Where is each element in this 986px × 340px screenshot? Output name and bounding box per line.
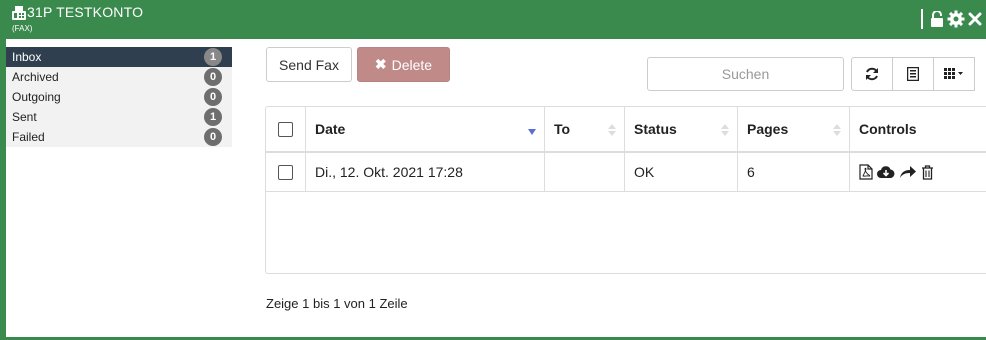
toggle-view-button[interactable] xyxy=(892,57,934,91)
window-title: 31P TESTKONTO xyxy=(27,4,144,20)
delete-button[interactable]: ✖ Delete xyxy=(357,47,450,82)
sidebar-item-outgoing[interactable]: Outgoing 0 xyxy=(6,87,232,107)
sidebar-item-failed[interactable]: Failed 0 xyxy=(6,127,232,147)
column-header-label: Pages xyxy=(747,121,789,137)
column-header-label: Controls xyxy=(859,121,917,137)
folder-sidebar: Inbox 1 Archived 0 Outgoing 0 Sent 1 Fai… xyxy=(6,47,232,147)
sort-desc-icon xyxy=(528,129,536,135)
send-fax-button[interactable]: Send Fax xyxy=(266,47,352,82)
column-header-status[interactable]: Status xyxy=(624,107,737,151)
sidebar-item-label: Outgoing xyxy=(12,90,61,104)
row-controls xyxy=(859,164,934,180)
sidebar-item-label: Sent xyxy=(12,110,37,124)
title-bar: 31P TESTKONTO (FAX) xyxy=(0,0,986,39)
count-badge: 0 xyxy=(204,68,222,86)
cloud-download-icon[interactable] xyxy=(877,165,895,179)
count-badge: 1 xyxy=(204,108,222,126)
sort-icon xyxy=(608,124,616,136)
fax-table: Date To Status Pages Controls Di., 12. O… xyxy=(265,106,986,274)
sidebar-item-label: Inbox xyxy=(12,50,42,64)
window-subtitle: (FAX) xyxy=(12,24,33,33)
search-input[interactable]: Suchen xyxy=(647,57,844,91)
column-header-label: Status xyxy=(634,121,677,137)
forward-icon[interactable] xyxy=(899,165,917,179)
pagination-info: Zeige 1 bis 1 von 1 Zeile xyxy=(266,296,408,311)
sidebar-item-archived[interactable]: Archived 0 xyxy=(6,67,232,87)
select-all-checkbox[interactable] xyxy=(278,121,293,137)
column-header-to[interactable]: To xyxy=(544,107,624,151)
pdf-icon[interactable] xyxy=(859,164,873,180)
pages-cell: 6 xyxy=(737,153,849,191)
sidebar-item-sent[interactable]: Sent 1 xyxy=(6,107,232,127)
controls-cell xyxy=(849,153,986,191)
sort-icon xyxy=(721,124,729,136)
table-header: Date To Status Pages Controls xyxy=(266,107,986,153)
count-badge: 1 xyxy=(204,48,222,66)
sidebar-item-label: Archived xyxy=(12,70,59,84)
delete-button-label: Delete xyxy=(391,56,433,73)
columns-button[interactable] xyxy=(933,57,975,91)
column-header-date[interactable]: Date xyxy=(305,107,544,151)
title-actions xyxy=(921,8,982,30)
table-toolbar xyxy=(851,57,975,91)
count-badge: 0 xyxy=(204,88,222,106)
row-select-cell xyxy=(266,153,305,191)
row-checkbox[interactable] xyxy=(278,164,293,180)
column-header-controls: Controls xyxy=(849,107,986,151)
times-icon: ✖ xyxy=(374,56,387,72)
count-badge: 0 xyxy=(204,128,222,146)
fax-icon xyxy=(12,6,26,20)
select-all-cell xyxy=(266,107,305,151)
refresh-button[interactable] xyxy=(851,57,893,91)
date-cell: Di., 12. Okt. 2021 17:28 xyxy=(305,153,544,191)
close-icon[interactable] xyxy=(968,12,982,26)
table-row[interactable]: Di., 12. Okt. 2021 17:28 OK 6 xyxy=(266,153,986,192)
sort-icon xyxy=(833,124,841,136)
column-header-label: To xyxy=(554,121,571,137)
refresh-icon xyxy=(866,67,878,81)
sidebar-item-label: Failed xyxy=(12,130,45,144)
sidebar-item-inbox[interactable]: Inbox 1 xyxy=(6,47,232,67)
columns-icon xyxy=(944,68,963,79)
column-header-pages[interactable]: Pages xyxy=(737,107,849,151)
status-cell: OK xyxy=(624,153,737,191)
trash-icon[interactable] xyxy=(921,164,934,180)
list-icon xyxy=(907,67,919,81)
to-cell xyxy=(544,153,624,191)
column-header-label: Date xyxy=(315,121,346,137)
unlock-icon[interactable] xyxy=(930,11,944,27)
gear-icon[interactable] xyxy=(947,10,965,28)
title-separator xyxy=(921,9,923,29)
